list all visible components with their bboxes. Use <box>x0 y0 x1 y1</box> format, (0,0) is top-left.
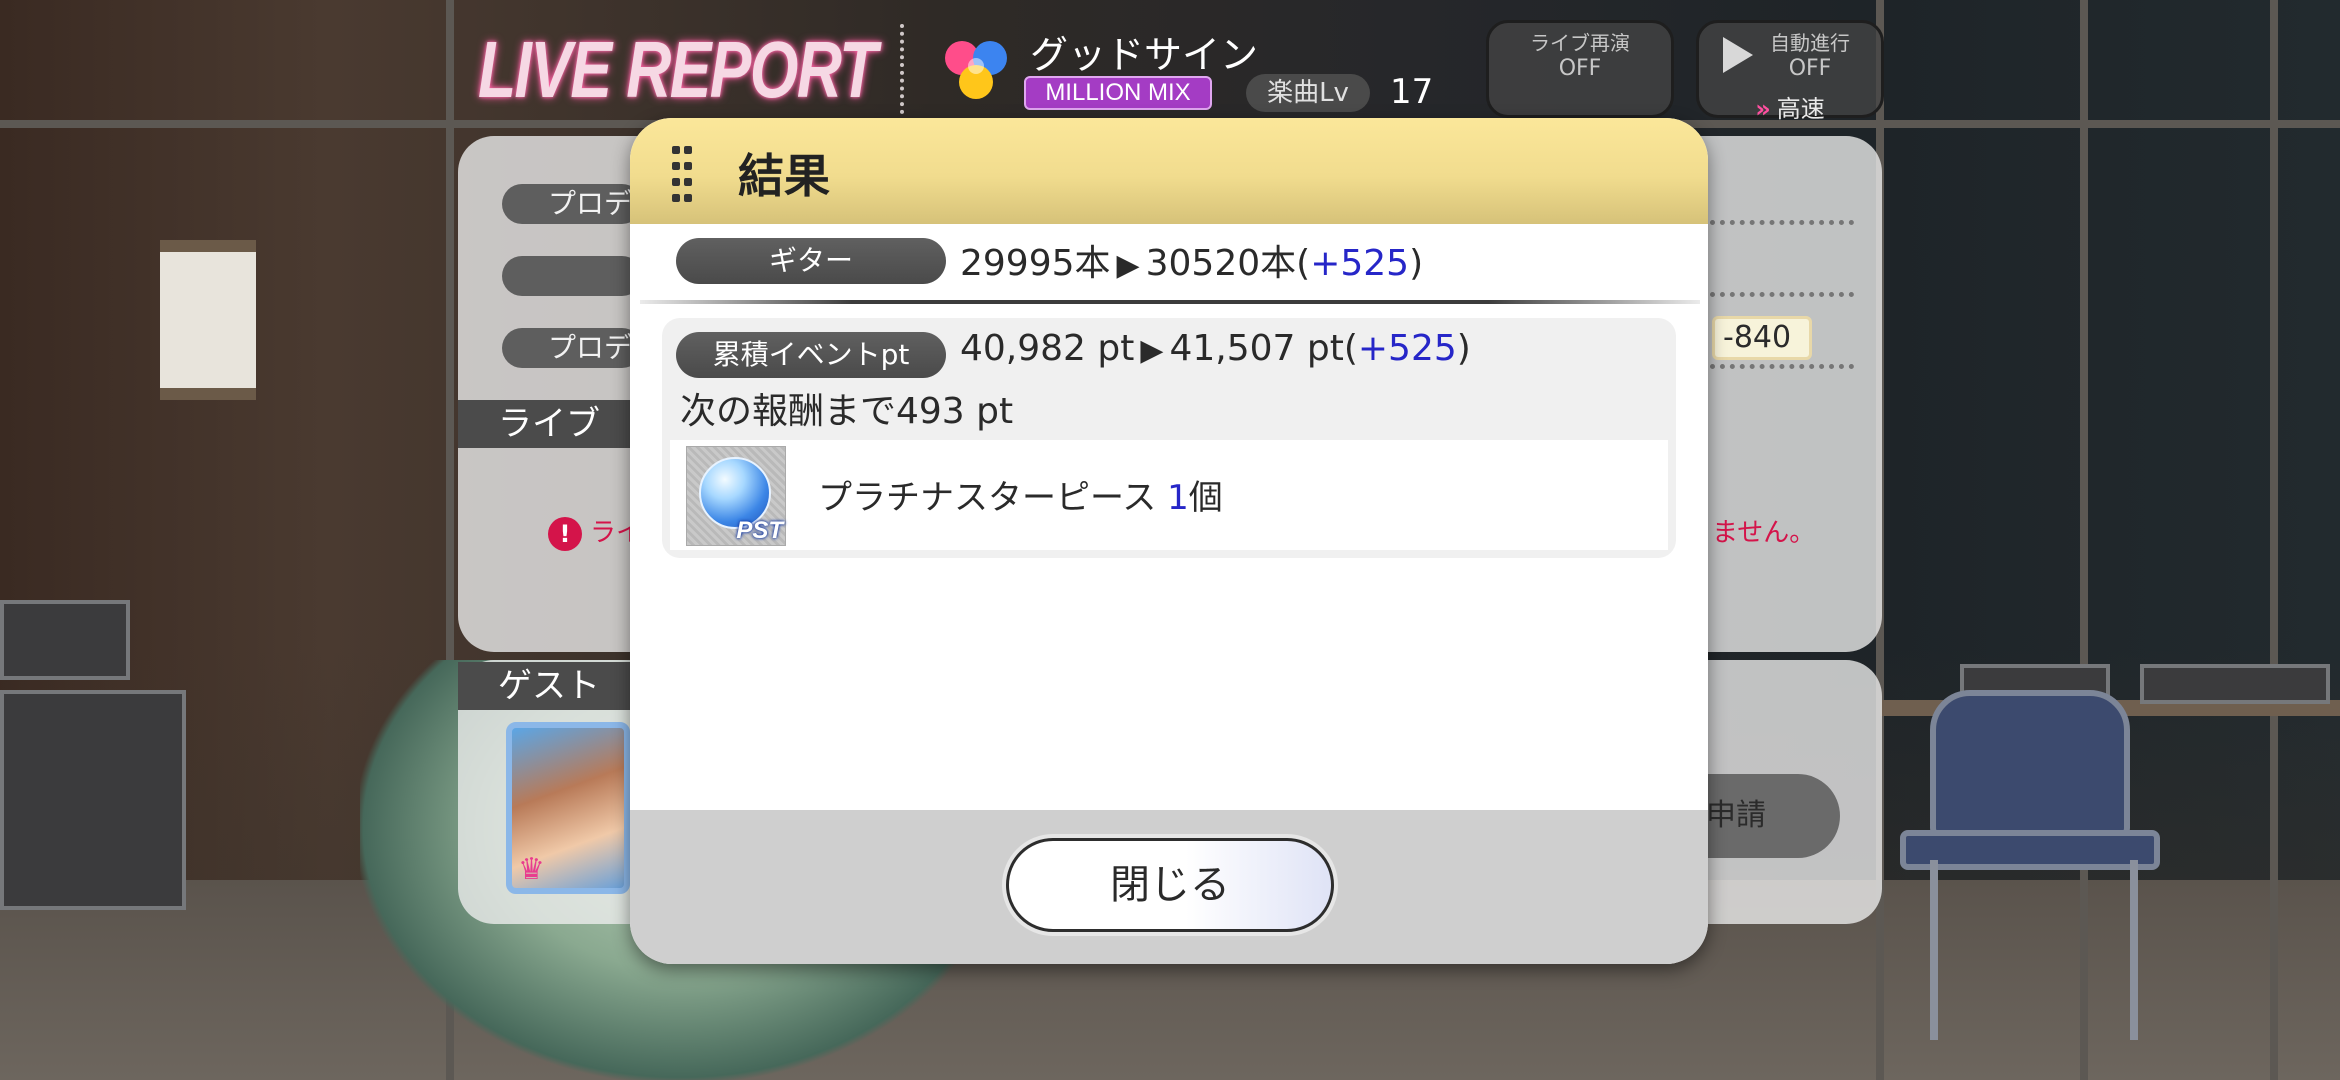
pst-label: PST <box>736 517 783 544</box>
producer-value-field: -840 <box>1712 316 1812 360</box>
reward-item-name: プラチナスターピース 1個 <box>818 470 1223 519</box>
blank-row-label <box>502 256 642 296</box>
guitar-label: ギター <box>676 238 946 284</box>
next-reward-text: 次の報酬まで493 pt <box>680 391 1014 432</box>
auto-progress-button[interactable]: 自動進行 OFF » 高速 <box>1696 20 1884 123</box>
arrow-right-icon: ▶ <box>1140 333 1164 368</box>
replay-live-label: ライブ再演 <box>1530 31 1630 55</box>
warning-message-left: ! ライ <box>548 512 630 551</box>
platinum-star-piece-icon: PST <box>686 446 786 546</box>
arrow-right-icon: ▶ <box>1116 248 1140 283</box>
song-title: グッドサイン <box>1030 33 1259 77</box>
friend-apply-button[interactable]: 申請 <box>1700 774 1840 858</box>
guitar-to: 30520本 <box>1145 243 1297 284</box>
replay-live-button[interactable]: ライブ再演 OFF <box>1486 20 1674 118</box>
live-section-header: ライブ <box>458 400 630 448</box>
equipment-case <box>0 690 186 910</box>
header-divider <box>900 24 904 114</box>
song-level-label: 楽曲Lv <box>1246 74 1370 112</box>
chair-leg <box>1930 860 1938 1040</box>
event-points-diff: +525 <box>1357 328 1457 369</box>
dotted-leader <box>1710 220 1854 225</box>
double-chevron-icon: » <box>1755 95 1771 123</box>
guest-section-header: ゲスト <box>458 662 630 710</box>
section-divider <box>640 300 1700 304</box>
result-dialog-title: 結果 <box>738 149 830 203</box>
speed-setting[interactable]: » 高速 <box>1699 89 1881 124</box>
reward-name: プラチナスターピース <box>818 478 1157 518</box>
producer-rank-label: プロデュ <box>502 328 642 368</box>
result-dialog: 結果 ギター 29995本 ▶ 30520本(+525) 累積イベントpt 40,9… <box>630 118 1708 964</box>
reward-unit: 個 <box>1188 478 1223 518</box>
dotted-leader <box>1710 292 1854 297</box>
hanging-scroll <box>160 240 256 400</box>
event-points-change: 40,982 pt ▶ 41,507 pt(+525) <box>960 328 1471 369</box>
warning-message-right: ません。 <box>1712 518 1816 548</box>
stage-pillar <box>2080 0 2088 1080</box>
crown-icon: ♛ <box>518 852 545 887</box>
song-type-icon <box>945 41 1007 99</box>
warning-icon: ! <box>548 516 582 551</box>
equipment-case <box>0 600 130 680</box>
close-button[interactable]: 閉じる <box>1006 838 1334 932</box>
chair-leg <box>2130 860 2138 1040</box>
folding-chair <box>1930 690 2130 840</box>
grip-dots-icon <box>672 146 694 202</box>
event-points-from: 40,982 pt <box>960 328 1135 369</box>
event-points-to: 41,507 pt <box>1169 328 1344 369</box>
stage-pillar <box>2270 0 2278 1080</box>
play-icon <box>1723 37 1753 73</box>
speed-label: 高速 <box>1776 95 1825 123</box>
result-dialog-header: 結果 <box>630 118 1708 224</box>
reward-count: 1 <box>1167 478 1189 518</box>
guitar-diff: +525 <box>1310 243 1410 284</box>
producer-row-label: プロデ <box>502 184 642 224</box>
event-points-label: 累積イベントpt <box>676 332 946 378</box>
song-level-value: 17 <box>1390 72 1434 112</box>
guitar-change: 29995本 ▶ 30520本(+525) <box>960 243 1424 284</box>
million-mix-badge: MILLION MIX <box>1024 76 1212 110</box>
dotted-leader <box>1710 364 1854 369</box>
guitar-from: 29995本 <box>960 243 1111 284</box>
replay-live-state: OFF <box>1558 56 1602 81</box>
folding-chair-seat <box>1900 830 2160 870</box>
live-report-logo: LIVE REPORT <box>478 25 877 114</box>
drink-crate <box>2140 664 2330 704</box>
